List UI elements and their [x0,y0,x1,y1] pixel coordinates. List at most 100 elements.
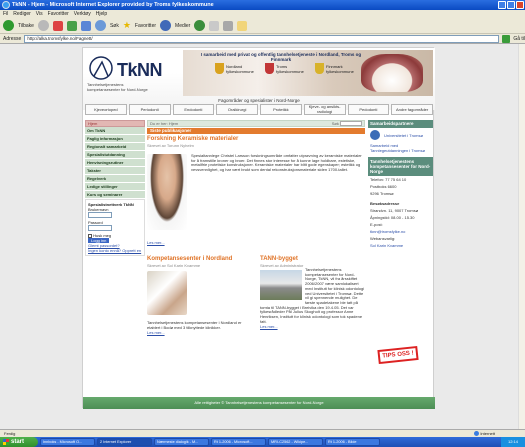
media-icon[interactable] [160,20,172,31]
menu-spesialistutdanning[interactable]: Spesialistutdanning [85,151,145,159]
menu-takster[interactable]: Takster [85,167,145,175]
browser-toolbar: Tilbake Søk ★ Favoritter Medier [0,18,525,34]
logo-subtitle-line2: kompetansesenter for Nord-Norge [87,87,148,92]
article-nordland-body: Tannhelsetjenestens kompetansesenter i N… [147,320,242,330]
partner-tannlegeutdanning[interactable]: Samarbeid med Tannlegeutdanningen i Trom… [368,142,433,154]
contact-city: 9296 Tromsø [370,191,394,196]
address-bar: Adresse http://alka.tromsfylke.no/Fagnet… [0,34,525,44]
site-logo[interactable]: TkNN Tannhelsetjenestens kompetansesente… [85,50,178,96]
left-menu: Hjem Om TkNN Faglig informasjon Regional… [85,120,145,256]
task-internet-explorer[interactable]: 2 Internet Explorer [97,438,152,446]
minimize-button[interactable] [498,1,506,9]
menu-om-tknn[interactable]: Om TkNN [85,127,145,135]
webmaster-link[interactable]: Sol Karin Kvamme [368,242,433,249]
menu-faglig-informasjon[interactable]: Faglig informasjon [85,135,145,143]
latest-publications-header: Siste publikasjoner [147,128,365,134]
webmaster-label: Webansvarlig: [370,236,396,241]
username-input[interactable] [88,212,112,218]
nav-protetikk[interactable]: Protetikk [260,104,302,115]
favorites-icon[interactable]: ★ [123,20,131,31]
county-finnmark[interactable]: Finnmark fylkeskommune [315,63,364,74]
system-tray-clock[interactable]: 12:14 [501,437,525,447]
back-button-label[interactable]: Tilbake [18,23,34,29]
folder-icon[interactable] [237,20,248,31]
go-button-label[interactable]: Gå til [513,36,525,42]
create-account-link[interactable]: Ingen konto ennå? Opprett en [88,248,142,253]
menu-regelverk[interactable]: Regelverk [85,175,145,183]
menu-henvisningsrutiner[interactable]: Henvisningsrutiner [85,159,145,167]
main-search-label: Søk [331,120,339,126]
nav-kjeveortoped[interactable]: Kjeveortoped [85,104,127,115]
username-label: Brukernavn [88,207,109,212]
article-nordland-byline: Skrevet av Sol Karin Kvamme [147,263,201,268]
start-button[interactable]: start [0,437,38,447]
visit-header: Besøksadresse [370,201,400,206]
back-icon[interactable] [3,20,14,31]
menu-tools[interactable]: Verktøy [74,10,91,18]
article-tann-bygget-readmore[interactable]: Les mer... [260,324,365,329]
left-home-link[interactable]: Hjem [85,120,145,127]
task-image[interactable]: Rt 1-2006 - Bilde [325,438,380,446]
nav-endodonti[interactable]: Endodonti [172,104,215,115]
logo-text: TkNN [117,60,163,80]
favorites-button-label[interactable]: Favoritter [135,23,156,29]
home-icon[interactable] [80,20,91,31]
menu-regionalt-samarbeid[interactable]: Regionalt samarbeid [85,143,145,151]
nav-periodonti[interactable]: Periodonti [128,104,171,115]
county-nordland[interactable]: Nordland fylkeskommune [215,63,264,74]
nav-pedodonti[interactable]: Pedodonti [347,104,390,115]
visit-street: Strandvn. 11, 9007 Tromsø [370,208,419,213]
breadcrumb-row: Du er her: Hjem Søk [147,120,365,127]
logo-mark-icon [89,56,113,80]
vertical-scrollbar[interactable] [518,44,525,437]
refresh-icon[interactable] [66,20,77,31]
article-keramiske-readmore[interactable]: Les mer... [147,240,165,245]
stop-icon[interactable] [52,20,63,31]
task-outlook[interactable]: Innboks - Microsoft O... [40,438,95,446]
menu-view[interactable]: Vis [36,10,43,18]
menu-favorites[interactable]: Favoritter [48,10,69,18]
email-link[interactable]: tknn@tromsfylke.no [368,228,433,235]
password-input[interactable] [88,225,112,231]
nav-radiologi[interactable]: Kjeve- og ansikts-radiologi [303,104,346,115]
forward-icon[interactable] [37,20,49,31]
ie-icon [2,1,10,9]
close-button[interactable] [516,1,524,9]
go-icon[interactable] [502,34,511,43]
window-titlebar: TkNN - Hjem - Microsoft Internet Explore… [0,0,525,10]
password-label: Passord [88,220,103,225]
task-wikipedia[interactable]: MRI-C2562 - Wikipe... [268,438,323,446]
breadcrumb: Du er her: Hjem [150,121,179,126]
main-search-input[interactable] [340,121,362,127]
print-icon[interactable] [223,20,234,31]
search-button-label[interactable]: Søk [110,23,119,29]
article-keramiske-title[interactable]: Forskning Keramiske materialer [147,136,365,143]
partner-uit[interactable]: Universitetet i Tromsø [368,128,433,142]
search-icon[interactable] [94,20,106,31]
tips-oss-button[interactable]: TIPS OSS ! [377,345,419,365]
menu-kurs-og-seminarer[interactable]: Kurs og seminarer [85,191,145,199]
url-input[interactable]: http://alka.tromsfylke.no/Fagnett/ [24,34,500,43]
nordland-shield-icon [215,63,224,74]
county-troms[interactable]: Troms fylkeskommune [265,63,312,74]
menu-edit[interactable]: Rediger [13,10,31,18]
history-icon[interactable] [194,20,206,31]
windows-taskbar: start Innboks - Microsoft O... 2 Interne… [0,437,525,447]
nav-andre[interactable]: Andre fagområder [391,104,433,115]
nav-oralkirurgi[interactable]: Oralkirurgi [216,104,258,115]
article-nordland-title[interactable]: Kompetansesenter i Nordland [147,256,255,263]
task-word-doc[interactable]: Rt 1-2006 - Microsoft... [211,438,266,446]
article-nordland-readmore[interactable]: Les mer... [147,330,255,335]
maximize-button[interactable] [507,1,515,9]
task-word-dialog[interactable]: Nærmeste dialogik - M... [154,438,209,446]
web-page: TkNN Tannhelsetjenestens kompetansesente… [82,47,435,409]
mail-icon[interactable] [209,20,220,31]
media-button-label[interactable]: Medier [175,23,190,29]
county-troms-label: Troms fylkeskommune [276,63,304,74]
menu-file[interactable]: Fil [3,10,8,18]
menu-help[interactable]: Hjelp [96,10,107,18]
troms-shield-icon [265,63,274,74]
article-keramiske-body: Spesialtannlege Christel Larsson forskni… [191,153,362,173]
article-tann-bygget-title[interactable]: TANN-bygget [260,256,365,263]
menu-ledige-stillinger[interactable]: Ledige stillinger [85,183,145,191]
